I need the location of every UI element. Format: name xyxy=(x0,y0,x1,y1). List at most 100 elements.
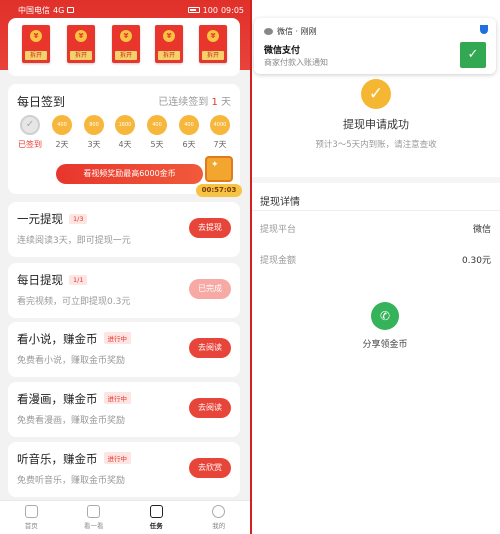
task-action-button[interactable]: 去提现 xyxy=(189,218,231,238)
chest-timer: 00:57:03 xyxy=(196,184,242,197)
task-card: 听音乐，赚金币 进行中 免费听音乐，赚取金币奖励 去欣赏 xyxy=(8,442,240,497)
task-title-text: 一元提现 xyxy=(17,212,63,226)
open-label: 拆开 xyxy=(70,51,92,60)
bottom-tab-bar: 首页 看一看 任务 我的 xyxy=(0,500,250,534)
checkin-day[interactable]: 800 3天 xyxy=(82,115,106,150)
amount-value: 0.30元 xyxy=(461,256,491,266)
day-label: 2天 xyxy=(55,140,69,149)
task-tag: 进行中 xyxy=(103,392,131,404)
task-title-text: 每日提现 xyxy=(17,273,63,287)
amount-label: 提现金额 xyxy=(260,256,297,266)
wechat-pay-icon: ✓ xyxy=(460,42,486,68)
play-icon xyxy=(87,505,101,518)
task-title: 听音乐，赚金币 进行中 xyxy=(17,451,131,467)
tab-me[interactable]: 我的 xyxy=(188,501,251,534)
clock-label: 09:05 xyxy=(220,5,244,15)
red-envelope[interactable]: ¥ 拆开 xyxy=(155,25,183,63)
wechat-pay-notification[interactable]: 微信 · 刚刚 微信支付 商家付款入账通知 ✓ xyxy=(254,18,496,74)
task-subtitle: 连续阅读3天，即可提现一元 xyxy=(17,236,131,246)
coin-amount: 1600 xyxy=(115,115,135,135)
signal-label: 4G xyxy=(53,5,65,15)
checkin-day[interactable]: 400 6天 xyxy=(177,115,201,150)
coin-amount: 4000 xyxy=(210,115,230,135)
streak-count: 1 xyxy=(211,97,218,108)
treasure-chest[interactable]: 00:57:03 xyxy=(196,156,242,198)
tab-watch[interactable]: 看一看 xyxy=(63,501,126,534)
notification-app-label: 微信 · 刚刚 xyxy=(277,27,317,36)
task-subtitle: 免费看小说，赚取金币奖励 xyxy=(17,356,126,366)
task-subtitle: 免费听音乐，赚取金币奖励 xyxy=(17,476,126,486)
task-title: 看漫画，赚金币 进行中 xyxy=(17,391,131,407)
notification-title: 微信支付 xyxy=(264,46,301,56)
open-label: 拆开 xyxy=(25,51,47,60)
coin-amount: 400 xyxy=(147,115,167,135)
task-title-text: 看漫画，赚金币 xyxy=(17,392,98,406)
task-subtitle: 免费看漫画，赚取金币奖励 xyxy=(17,416,126,426)
task-tag: 进行中 xyxy=(103,332,131,344)
share-label[interactable]: 分享领金币 xyxy=(252,337,500,350)
task-action-button[interactable]: 去欣赏 xyxy=(189,458,231,478)
check-icon: ✓ xyxy=(361,79,391,109)
task-tag: 1/1 xyxy=(69,275,88,285)
tab-label: 我的 xyxy=(212,522,226,530)
tab-label: 看一看 xyxy=(84,522,104,530)
checkin-day[interactable]: 400 2天 xyxy=(50,115,74,150)
coin-amount: 400 xyxy=(179,115,199,135)
open-label: 拆开 xyxy=(115,51,137,60)
day-label: 6天 xyxy=(182,140,196,149)
checkin-day[interactable]: 1600 4天 xyxy=(113,115,137,150)
open-label: 拆开 xyxy=(158,51,180,60)
task-tag: 进行中 xyxy=(103,452,131,464)
watch-video-button[interactable]: 看视频奖励最高6000金币 xyxy=(56,164,203,184)
check-icon: ✓ xyxy=(20,115,40,135)
task-title: 一元提现 1/3 xyxy=(17,211,88,227)
tab-home[interactable]: 首页 xyxy=(0,501,63,534)
status-bar: 中国电信 4G 100 09:05 xyxy=(0,0,250,16)
platform-value: 微信 xyxy=(472,225,491,235)
red-envelope[interactable]: ¥ 拆开 xyxy=(67,25,95,63)
task-title: 看小说，赚金币 进行中 xyxy=(17,331,131,347)
home-icon xyxy=(24,505,38,518)
checkin-title: 每日签到 xyxy=(17,95,66,109)
task-card: 看漫画，赚金币 进行中 免费看漫画，赚取金币奖励 去阅读 xyxy=(8,382,240,437)
streak-suffix: 天 xyxy=(221,97,231,108)
chest-icon xyxy=(205,156,233,182)
checkin-day[interactable]: 400 5天 xyxy=(145,115,169,150)
carrier-label: 中国电信 xyxy=(18,5,50,15)
checkin-streak: 已连续签到 1 天 xyxy=(158,93,231,108)
task-action-button[interactable]: 去阅读 xyxy=(189,338,231,358)
red-envelope[interactable]: ¥ 拆开 xyxy=(199,25,227,63)
tab-label: 任务 xyxy=(149,522,163,530)
notification-app: 微信 · 刚刚 xyxy=(264,26,317,37)
day-label: 4天 xyxy=(118,140,132,149)
wifi-icon xyxy=(67,7,75,13)
tab-label: 首页 xyxy=(24,522,38,530)
task-action-button[interactable]: 去阅读 xyxy=(189,398,231,418)
streak-prefix: 已连续签到 xyxy=(158,97,209,108)
task-title: 每日提现 1/1 xyxy=(17,272,88,288)
tab-tasks[interactable]: 任务 xyxy=(125,501,188,534)
divider xyxy=(252,210,500,211)
open-label: 拆开 xyxy=(202,51,224,60)
coin-icon: ¥ xyxy=(120,30,132,42)
task-card: 看小说，赚金币 进行中 免费看小说，赚取金币奖励 去阅读 xyxy=(8,322,240,377)
checkin-day[interactable]: ✓ 已签到 xyxy=(18,115,42,150)
task-card: 每日提现 1/1 看完视频，可立即提现0.3元 已完成 xyxy=(8,263,240,318)
wechat-share-icon[interactable]: ✆ xyxy=(371,302,399,330)
result-title: 提现申请成功 xyxy=(343,118,409,131)
details-header: 提现详情 xyxy=(260,197,300,208)
checkin-day[interactable]: 4000 7天 xyxy=(208,115,232,150)
wechat-icon xyxy=(264,28,273,35)
red-envelope[interactable]: ¥ 拆开 xyxy=(22,25,50,63)
battery-label: 100 xyxy=(202,5,218,15)
red-envelope[interactable]: ¥ 拆开 xyxy=(112,25,140,63)
withdraw-result-screen: 微信 · 刚刚 微信支付 商家付款入账通知 ✓ ✓ 提现申请成功 预计3～5天内… xyxy=(252,0,500,534)
day-label: 5天 xyxy=(150,140,164,149)
task-card: 一元提现 1/3 连续阅读3天，即可提现一元 去提现 xyxy=(8,202,240,257)
shield-icon xyxy=(480,25,488,34)
tasks-screen: 中国电信 4G 100 09:05 ¥ 拆开 ¥ 拆开 ¥ 拆开 ¥ 拆开 ¥ … xyxy=(0,0,250,534)
task-title-text: 听音乐，赚金币 xyxy=(17,452,98,466)
coin-amount: 400 xyxy=(52,115,72,135)
red-envelope-card: ¥ 拆开 ¥ 拆开 ¥ 拆开 ¥ 拆开 ¥ 拆开 xyxy=(8,18,240,76)
task-action-button[interactable]: 已完成 xyxy=(189,279,231,299)
